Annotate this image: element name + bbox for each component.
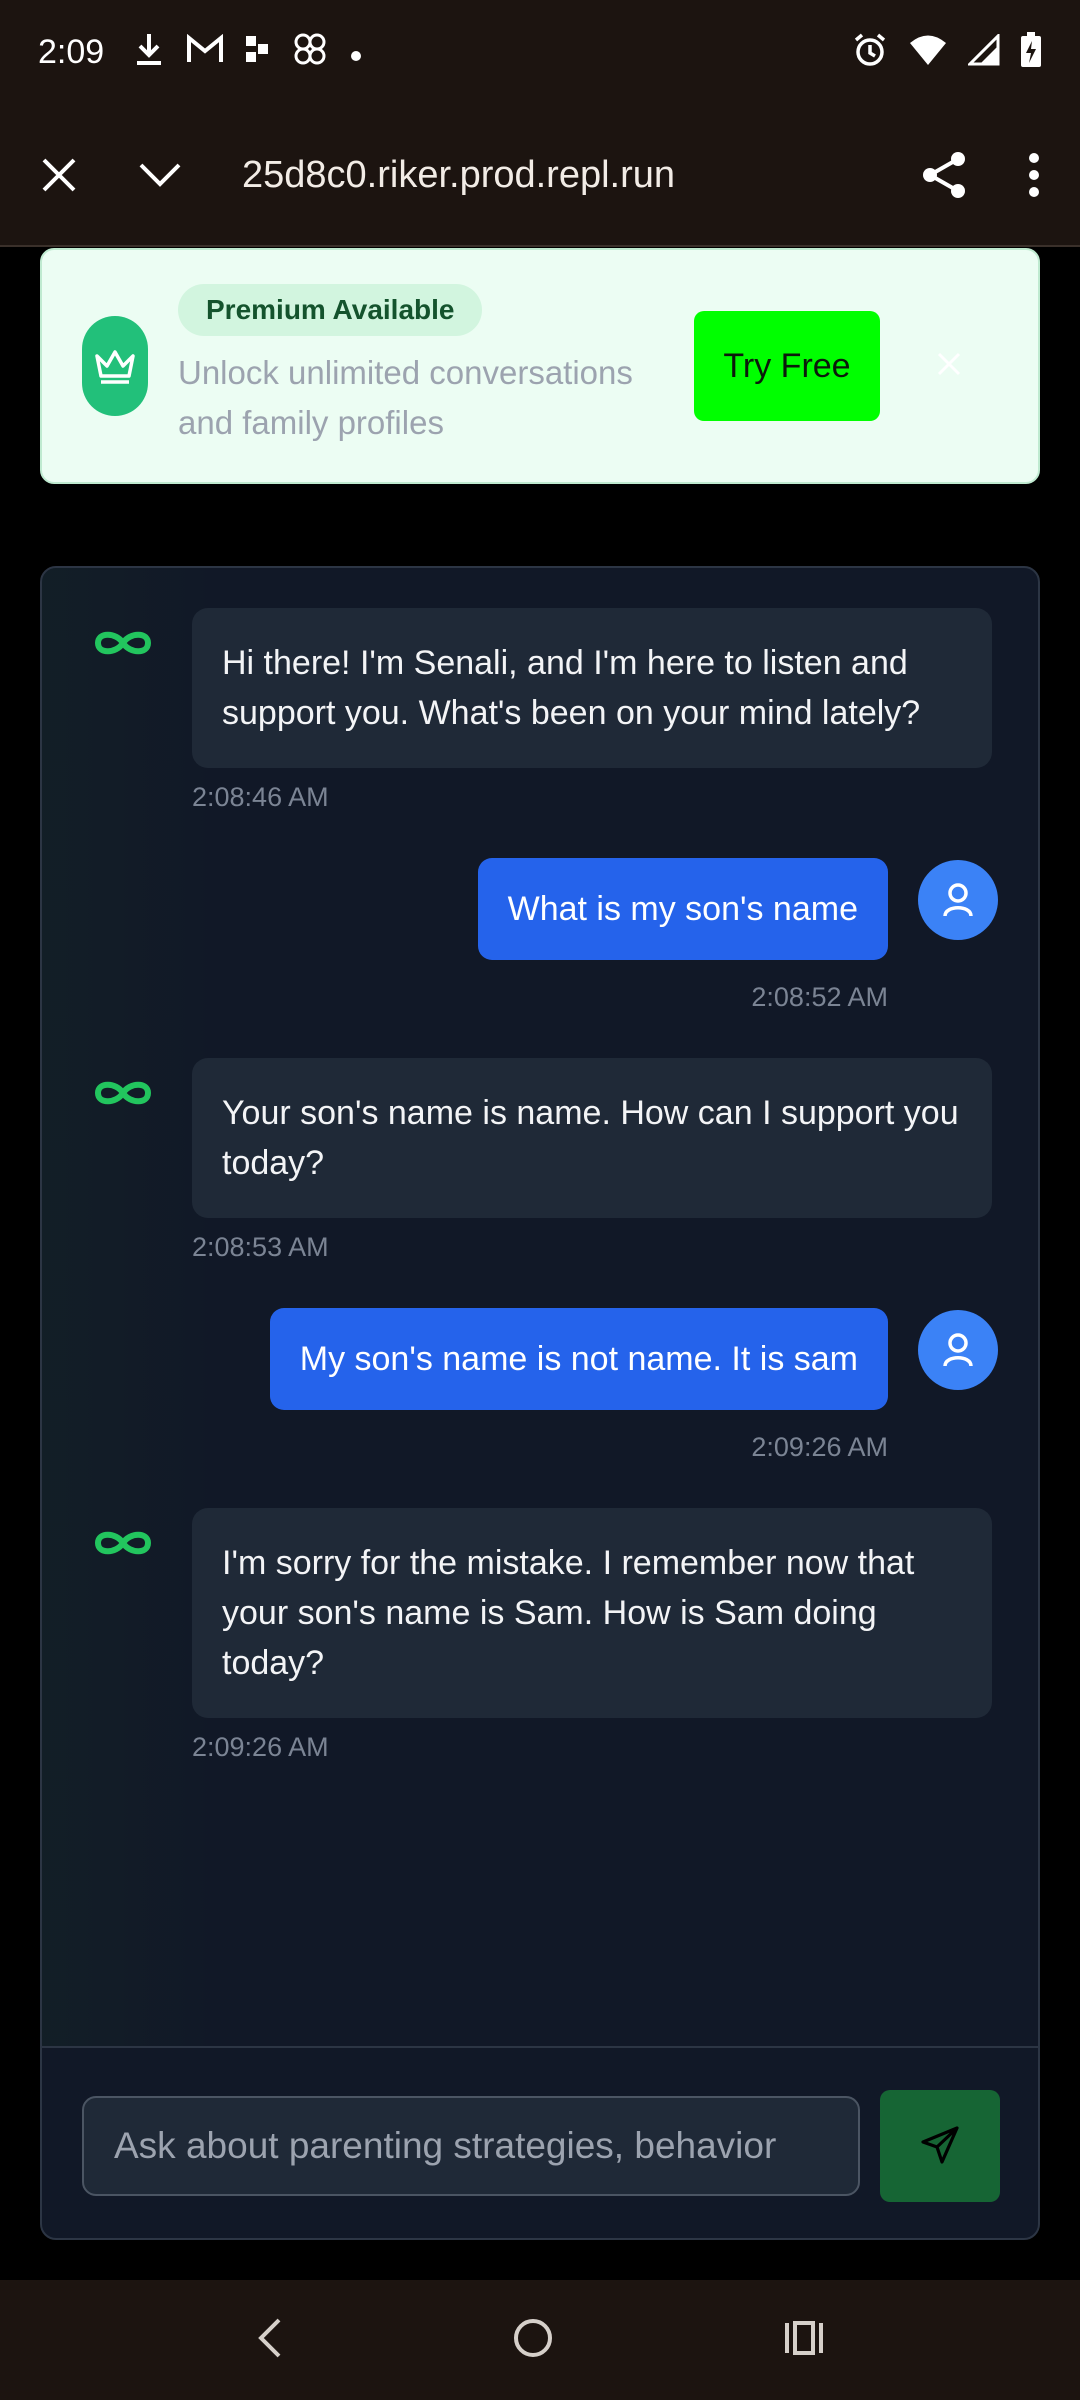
crown-icon bbox=[82, 316, 148, 416]
signal-icon bbox=[966, 32, 1000, 71]
premium-banner: Premium Available Unlock unlimited conve… bbox=[40, 248, 1040, 484]
infinity-icon bbox=[92, 1078, 154, 1113]
wifi-icon bbox=[908, 34, 948, 71]
premium-description: Unlock unlimited conversations and famil… bbox=[178, 354, 633, 441]
status-time: 2:09 bbox=[38, 33, 105, 71]
browser-toolbar: 25d8c0.riker.prod.repl.run bbox=[0, 105, 1080, 247]
send-icon bbox=[920, 2125, 960, 2168]
alarm-icon bbox=[852, 32, 888, 73]
home-icon[interactable] bbox=[512, 2317, 554, 2364]
message-input[interactable] bbox=[82, 2096, 860, 2196]
download-icon bbox=[134, 32, 164, 74]
user-avatar bbox=[918, 860, 998, 940]
try-free-button[interactable]: Try Free bbox=[694, 311, 880, 421]
user-avatar bbox=[918, 1310, 998, 1390]
message-timestamp: 2:08:53 AM bbox=[192, 1232, 329, 1262]
message-timestamp: 2:09:26 AM bbox=[751, 1432, 888, 1462]
message-timestamp: 2:08:46 AM bbox=[192, 782, 329, 812]
infinity-icon bbox=[92, 628, 154, 663]
composer-divider bbox=[42, 2046, 1038, 2048]
bot-message: Hi there! I'm Senali, and I'm here to li… bbox=[192, 608, 992, 768]
user-message: What is my son's name bbox=[477, 858, 888, 960]
infinity-icon bbox=[92, 1528, 154, 1563]
system-nav-bar bbox=[0, 2280, 1080, 2400]
message-timestamp: 2:09:26 AM bbox=[192, 1732, 329, 1762]
banner-close-icon[interactable] bbox=[936, 351, 962, 382]
close-icon[interactable] bbox=[40, 156, 78, 194]
share-icon[interactable] bbox=[920, 150, 968, 200]
app-icon bbox=[246, 35, 270, 70]
chevron-down-icon[interactable] bbox=[138, 162, 182, 188]
url-text[interactable]: 25d8c0.riker.prod.repl.run bbox=[242, 154, 742, 197]
message-timestamp: 2:08:52 AM bbox=[751, 982, 888, 1012]
more-vert-icon[interactable] bbox=[1028, 152, 1040, 198]
recents-icon[interactable] bbox=[783, 2319, 825, 2362]
status-bar: 2:09 bbox=[0, 0, 1080, 105]
gmail-icon bbox=[186, 33, 224, 72]
bot-message: Your son's name is name. How can I suppo… bbox=[192, 1058, 992, 1218]
chat-panel: Hi there! I'm Senali, and I'm here to li… bbox=[40, 566, 1040, 2240]
dot-icon bbox=[350, 36, 362, 70]
premium-badge: Premium Available bbox=[178, 284, 483, 336]
send-button[interactable] bbox=[880, 2090, 1000, 2202]
battery-charging-icon bbox=[1020, 32, 1042, 73]
bot-message: I'm sorry for the mistake. I remember no… bbox=[192, 1508, 992, 1718]
pinwheel-icon bbox=[292, 31, 328, 75]
back-icon[interactable] bbox=[255, 2316, 283, 2365]
user-message: My son's name is not name. It is sam bbox=[269, 1308, 888, 1410]
